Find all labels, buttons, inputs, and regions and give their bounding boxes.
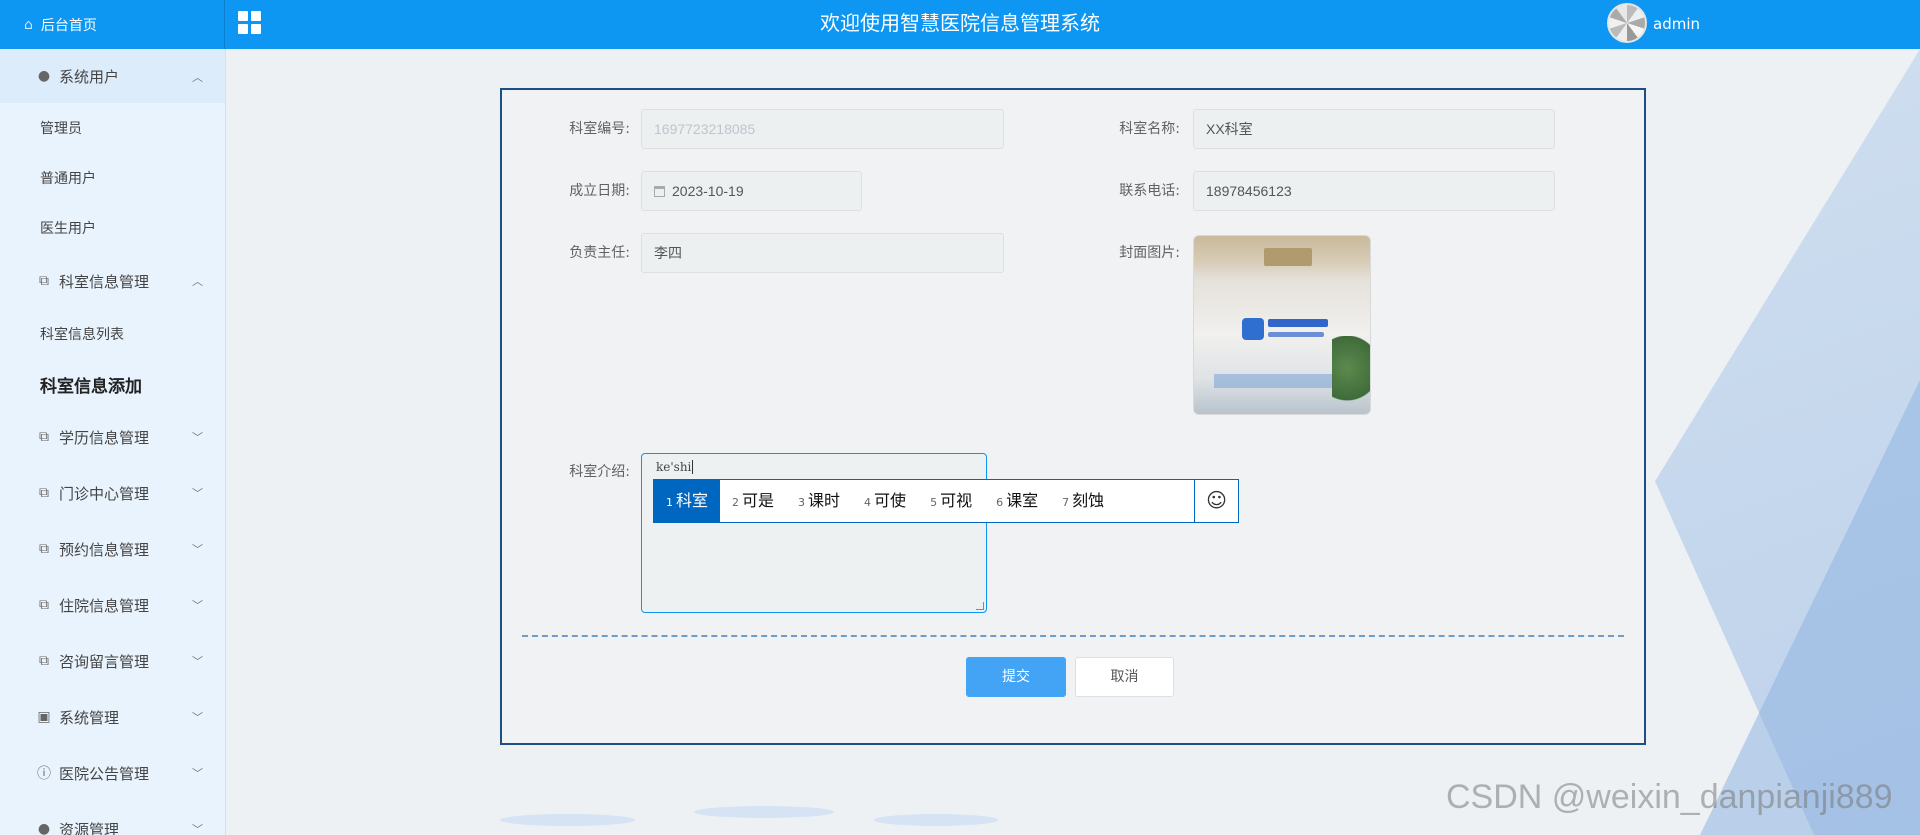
ime-candidate[interactable]: 2 可是 [720, 480, 786, 522]
phone-label: 联系电话: [1119, 183, 1180, 199]
home-link[interactable]: ⌂ 后台首页 [0, 0, 225, 49]
chevron-down-icon: ﹀ [192, 767, 203, 780]
cancel-button[interactable]: 取消 [1075, 657, 1174, 697]
founded-date-value: 2023-10-19 [672, 183, 744, 199]
tag-icon: ⧉ [39, 597, 49, 613]
calendar-icon [654, 186, 665, 197]
cover-image[interactable] [1193, 235, 1371, 415]
sidebar-item-label: 系统管理 [59, 708, 120, 727]
dept-intro-label: 科室介绍: [569, 464, 630, 480]
dept-intro-text: ke'shi [656, 460, 692, 474]
ime-candidate[interactable]: 6 课室 [984, 480, 1050, 522]
watermark: CSDN @weixin_danpianji889 [1446, 778, 1893, 816]
chevron-down-icon: ﹀ [192, 655, 203, 668]
sidebar-subitem-admins[interactable]: 管理员 [0, 103, 225, 153]
dept-intro-textarea[interactable]: ke'shi [641, 453, 987, 613]
sidebar-item-outpatient[interactable]: ⧉ 门诊中心管理 ﹀ [0, 465, 225, 521]
top-header: ⌂ 后台首页 欢迎使用智慧医院信息管理系统 admin [0, 0, 1920, 49]
director-label: 负责主任: [569, 245, 630, 261]
chevron-down-icon: ﹀ [192, 487, 203, 500]
dept-name-label: 科室名称: [1119, 121, 1180, 137]
founded-date-field[interactable]: 2023-10-19 [641, 171, 862, 211]
tag-icon: ⧉ [39, 541, 49, 557]
dept-id-field: 1697723218085 [641, 109, 1004, 149]
form-divider [522, 635, 1624, 637]
sidebar-item-inpatient[interactable]: ⧉ 住院信息管理 ﹀ [0, 577, 225, 633]
sidebar: ● 系统用户 ︿ 管理员 普通用户 医生用户 ⧉ 科室信息管理 ︿ 科室信息列表… [0, 49, 226, 835]
chevron-down-icon: ﹀ [192, 711, 203, 724]
ime-candidate[interactable]: 5 可视 [918, 480, 984, 522]
sidebar-item-system-users[interactable]: ● 系统用户 ︿ [0, 49, 225, 103]
sidebar-item-label: 科室信息管理 [59, 272, 150, 291]
sidebar-item-label: 资源管理 [59, 820, 120, 835]
sidebar-item-consultation[interactable]: ⧉ 咨询留言管理 ﹀ [0, 633, 225, 689]
sidebar-item-label: 咨询留言管理 [59, 652, 150, 671]
sidebar-subitem-dept-add[interactable]: 科室信息添加 [0, 359, 225, 409]
chevron-down-icon: ﹀ [192, 543, 203, 556]
ime-candidate[interactable]: 1 科室 [654, 480, 721, 522]
chevron-up-icon: ︿ [192, 71, 203, 84]
sidebar-item-label: 门诊中心管理 [59, 484, 150, 503]
dept-id-label: 科室编号: [569, 121, 630, 137]
sidebar-item-education[interactable]: ⧉ 学历信息管理 ﹀ [0, 409, 225, 465]
sidebar-item-label: 住院信息管理 [59, 596, 150, 615]
avatar[interactable] [1607, 3, 1647, 43]
smiley-icon[interactable]: ☺ [1194, 480, 1238, 522]
ime-candidate[interactable]: 3 课时 [786, 480, 852, 522]
sidebar-subitem-normal-users[interactable]: 普通用户 [0, 153, 225, 203]
background-blob [694, 806, 834, 818]
sidebar-item-label: 医院公告管理 [59, 764, 150, 783]
background-blob [874, 814, 998, 826]
sidebar-item-dept-management[interactable]: ⧉ 科室信息管理 ︿ [0, 253, 225, 309]
ime-candidate[interactable]: 7 刻蚀 [1050, 480, 1116, 522]
chevron-down-icon: ﹀ [192, 823, 203, 835]
home-label: 后台首页 [40, 17, 97, 34]
sidebar-item-label: 学历信息管理 [59, 428, 150, 447]
tag-icon: ⧉ [39, 273, 49, 289]
cover-image-label: 封面图片: [1119, 245, 1180, 261]
founded-date-label: 成立日期: [569, 183, 630, 199]
director-field[interactable]: 李四 [641, 233, 1004, 273]
chevron-up-icon: ︿ [192, 275, 203, 288]
sidebar-subitem-dept-list[interactable]: 科室信息列表 [0, 309, 225, 359]
sidebar-item-label: 预约信息管理 [59, 540, 150, 559]
tag-icon: ⧉ [39, 485, 49, 501]
menu-toggle-icon[interactable] [238, 11, 262, 35]
ime-candidate-bar: 1 科室 2 可是 3 课时 4 可使 5 可视 6 课室 7 刻蚀 ☺ [653, 479, 1239, 523]
sidebar-item-announcements[interactable]: ⓘ 医院公告管理 ﹀ [0, 745, 225, 801]
tag-icon: ⧉ [39, 653, 49, 669]
phone-field[interactable]: 18978456123 [1193, 171, 1555, 211]
resize-handle-icon[interactable] [976, 602, 984, 610]
ime-candidate[interactable]: 4 可使 [852, 480, 918, 522]
sidebar-subitem-doctors[interactable]: 医生用户 [0, 203, 225, 253]
dept-name-field[interactable]: XX科室 [1193, 109, 1555, 149]
sidebar-item-system-management[interactable]: ▣ 系统管理 ﹀ [0, 689, 225, 745]
sidebar-item-resources[interactable]: ● 资源管理 ﹀ [0, 801, 225, 835]
background-blob [500, 814, 635, 826]
tag-icon: ⧉ [39, 429, 49, 445]
info-circle-icon: ⓘ [37, 766, 51, 782]
chevron-down-icon: ﹀ [192, 431, 203, 444]
circle-icon: ● [37, 821, 51, 835]
sidebar-item-label: 系统用户 [59, 67, 120, 86]
submit-button[interactable]: 提交 [966, 657, 1066, 697]
username[interactable]: admin [1653, 0, 1700, 49]
sidebar-item-appointments[interactable]: ⧉ 预约信息管理 ﹀ [0, 521, 225, 577]
home-icon: ⌂ [24, 16, 33, 33]
chevron-down-icon: ﹀ [192, 599, 203, 612]
image-icon: ▣ [37, 709, 51, 725]
user-icon: ● [37, 68, 51, 84]
